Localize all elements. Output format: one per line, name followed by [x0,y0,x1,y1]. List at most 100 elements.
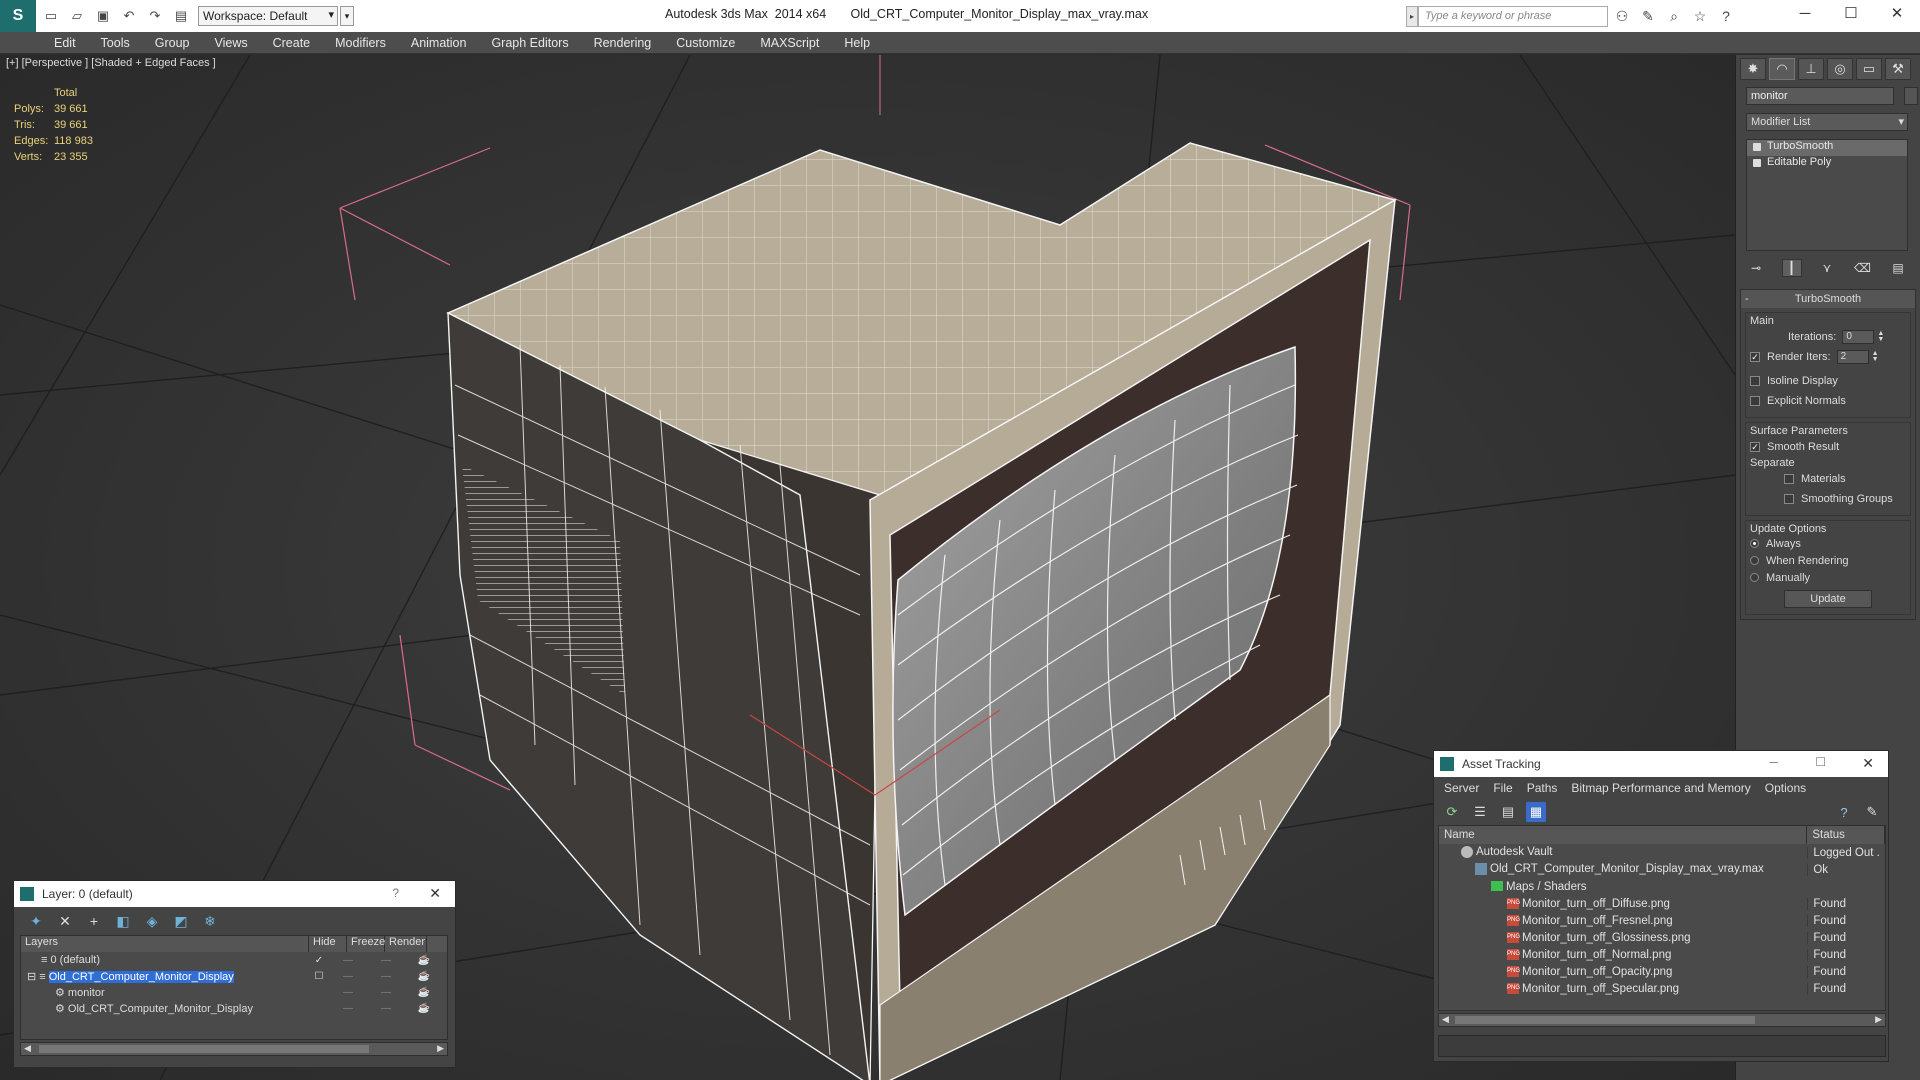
close-button[interactable]: ✕ [1874,0,1920,26]
select-objects-icon[interactable]: ◧ [113,911,133,931]
render-iters-checkbox[interactable]: ✓ [1750,352,1760,362]
expand-icon[interactable] [1753,159,1761,167]
add-to-layer-icon[interactable]: + [84,911,104,931]
menu-maxscript[interactable]: MAXScript [760,36,819,50]
viewport-label[interactable]: [+] [Perspective ] [Shaded + Edged Faces… [6,57,216,69]
asset-menu-options[interactable]: Options [1765,781,1806,795]
tree-view-icon[interactable]: ▤ [1498,802,1518,822]
hide-all-icon[interactable]: ◩ [171,911,191,931]
when-rendering-radio[interactable] [1750,556,1759,565]
asset-row[interactable]: PNG Monitor_turn_off_Diffuse.png Found [1439,895,1885,912]
freeze-toggle[interactable]: — [367,987,405,998]
asset-path-field[interactable] [1438,1035,1886,1057]
column-name[interactable]: Name [1439,826,1808,844]
hierarchy-tab-icon[interactable]: ⊥ [1798,58,1824,80]
column-layers[interactable]: Layers [21,936,309,952]
search-expand-icon[interactable]: ▸ [1406,6,1418,27]
column-render[interactable]: Render [385,936,427,952]
isoline-checkbox[interactable] [1750,376,1760,386]
menu-graph-editors[interactable]: Graph Editors [491,36,568,50]
menu-views[interactable]: Views [214,36,247,50]
favorites-star-icon[interactable]: ☆ [1690,6,1710,26]
menu-customize[interactable]: Customize [676,36,735,50]
pin-stack-icon[interactable]: ⊸ [1746,259,1766,277]
communication-icon[interactable]: ⌕ [1664,6,1684,26]
scroll-right-icon[interactable]: ▶ [1875,1014,1882,1025]
asset-row[interactable]: PNG Monitor_turn_off_Opacity.png Found [1439,963,1885,980]
open-file-icon[interactable]: ▱ [66,5,88,27]
asset-row[interactable]: PNG Monitor_turn_off_Glossiness.png Found [1439,929,1885,946]
layer-object-row[interactable]: ⚙ Old_CRT_Computer_Monitor_Display — — ☕ [21,1000,447,1016]
current-layer-check-icon[interactable]: ✓ [309,955,329,966]
remove-modifier-icon[interactable]: ⌫ [1853,259,1873,277]
menu-rendering[interactable]: Rendering [594,36,652,50]
stack-item-turbosmooth[interactable]: TurboSmooth [1747,140,1907,156]
spinner-arrows-icon[interactable]: ▲ ▼ [1877,330,1884,343]
render-teapot-icon[interactable]: ☕ [405,971,443,982]
rollout-header[interactable]: - TurboSmooth [1741,290,1915,308]
asset-row[interactable]: PNG Monitor_turn_off_Fresnel.png Found [1439,912,1885,929]
menu-animation[interactable]: Animation [411,36,467,50]
asset-row[interactable]: Maps / Shaders [1439,878,1885,895]
menu-help[interactable]: Help [844,36,870,50]
project-folder-icon[interactable]: ▤ [170,5,192,27]
hide-toggle[interactable]: — [329,955,367,966]
freeze-toggle[interactable]: — [367,955,405,966]
menu-modifiers[interactable]: Modifiers [335,36,386,50]
smoothing-groups-checkbox[interactable] [1784,494,1794,504]
update-button[interactable]: Update [1784,590,1872,608]
menu-tools[interactable]: Tools [101,36,130,50]
hide-toggle[interactable]: — [329,1003,367,1014]
maximize-button[interactable]: ☐ [1828,0,1874,26]
menu-edit[interactable]: Edit [54,36,76,50]
utilities-tab-icon[interactable]: ⚒ [1885,58,1911,80]
asset-menu-server[interactable]: Server [1444,781,1479,795]
layer-row[interactable]: ⊟ ≡ Old_CRT_Computer_Monitor_Display ☐ —… [21,968,447,984]
scroll-left-icon[interactable]: ◀ [1442,1014,1449,1025]
layer-object-row[interactable]: ⚙ monitor — — ☕ [21,984,447,1000]
new-file-icon[interactable]: ▭ [40,5,62,27]
asset-menu-bitmap[interactable]: Bitmap Performance and Memory [1571,781,1750,795]
asset-horizontal-scrollbar[interactable]: ◀ ▶ [1438,1013,1886,1027]
create-layer-icon[interactable]: ✦ [26,911,46,931]
column-hide[interactable]: Hide [309,936,347,952]
explicit-normals-checkbox[interactable] [1750,396,1760,406]
workspace-arrow-icon[interactable]: ▾ [340,6,354,26]
iterations-spinner[interactable]: 0 [1842,330,1875,344]
asset-row[interactable]: Autodesk Vault Logged Out . [1439,844,1885,861]
show-end-result-icon[interactable]: ┃ [1781,259,1802,277]
materials-checkbox[interactable] [1784,474,1794,484]
object-name-field[interactable]: monitor [1746,87,1894,105]
delete-layer-icon[interactable]: ✕ [55,911,75,931]
current-layer-box-icon[interactable]: ☐ [309,971,329,982]
refresh-icon[interactable]: ⟳ [1442,802,1462,822]
motion-tab-icon[interactable]: ◎ [1827,58,1853,80]
hide-toggle[interactable]: — [329,971,367,982]
pin-icon[interactable]: ✎ [1862,802,1882,822]
list-view-icon[interactable]: ☰ [1470,802,1490,822]
lightbulb-icon[interactable] [1753,143,1761,151]
save-icon[interactable]: ▣ [92,5,114,27]
freeze-toggle[interactable]: — [367,1003,405,1014]
render-iters-spinner[interactable]: 2 [1836,350,1869,364]
close-icon[interactable]: ✕ [1862,755,1874,772]
asset-menu-paths[interactable]: Paths [1527,781,1558,795]
render-teapot-icon[interactable]: ☕ [405,1003,443,1014]
layer-horizontal-scrollbar[interactable]: ◀ ▶ [20,1042,448,1056]
configure-sets-icon[interactable]: ▤ [1888,259,1908,277]
scroll-thumb[interactable] [39,1045,369,1053]
column-freeze[interactable]: Freeze [347,936,385,952]
asset-row[interactable]: PNG Monitor_turn_off_Normal.png Found [1439,946,1885,963]
scroll-left-icon[interactable]: ◀ [24,1043,31,1054]
asset-menu-file[interactable]: File [1493,781,1512,795]
menu-create[interactable]: Create [273,36,311,50]
modifier-list-dropdown[interactable]: Modifier List [1746,113,1908,131]
always-radio[interactable] [1750,539,1759,548]
asset-row[interactable]: PNG Monitor_turn_off_Specular.png Found [1439,980,1885,997]
display-tab-icon[interactable]: ▭ [1856,58,1882,80]
binoculars-icon[interactable]: ⚇ [1612,6,1632,26]
subscription-icon[interactable]: ✎ [1638,6,1658,26]
freeze-all-icon[interactable]: ❄ [200,911,220,931]
minimize-icon[interactable]: ─ [1769,755,1778,769]
menu-group[interactable]: Group [155,36,190,50]
